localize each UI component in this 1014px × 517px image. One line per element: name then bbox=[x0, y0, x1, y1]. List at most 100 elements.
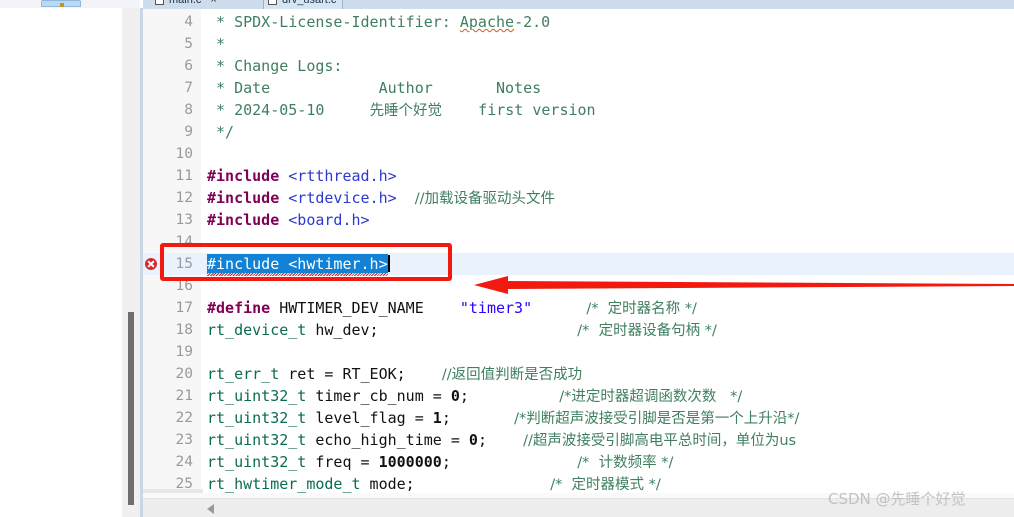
left-panel-tab-stub[interactable] bbox=[41, 0, 81, 7]
code-token: * bbox=[207, 35, 226, 53]
code-token: "timer3" bbox=[459, 299, 533, 317]
line-number: 12 bbox=[175, 190, 193, 206]
code-line-text: * SPDX-License-Identifier: Apache-2.0 bbox=[207, 11, 1014, 33]
tab-main-c[interactable]: main.c × bbox=[151, 0, 223, 9]
code-token: rt_hwtimer_mode_t bbox=[207, 475, 361, 493]
left-panel-vertical-scrollbar-thumb[interactable] bbox=[128, 312, 134, 505]
code-line-text: rt_err_t ret = RT_EOK; //返回值判断是否成功 bbox=[207, 363, 1014, 386]
left-side-panel bbox=[0, 8, 122, 517]
line-number: 18 bbox=[175, 322, 193, 338]
line-number: 15 bbox=[175, 256, 193, 272]
code-line-row[interactable]: 16 bbox=[143, 275, 1014, 297]
code-line-text: rt_device_t hw_dev; /* 定时器设备句柄 */ bbox=[207, 319, 1014, 342]
code-token: /* 定时器模式 */ bbox=[550, 477, 661, 493]
code-token: //加载设备驱动头文件 bbox=[414, 191, 555, 207]
selected-code-span: #include <hwtimer.h> bbox=[207, 253, 388, 276]
line-number: 22 bbox=[175, 410, 193, 426]
code-line-text: #include <hwtimer.h> bbox=[207, 253, 1014, 276]
code-token: <rtdevice.h> bbox=[288, 189, 397, 207]
code-line-row[interactable]: 8 * 2024-05-10 先睡个好觉 first version bbox=[143, 99, 1014, 121]
code-line-row[interactable]: 4 * SPDX-License-Identifier: Apache-2.0 bbox=[143, 11, 1014, 33]
code-line-row[interactable]: 6 * Change Logs: bbox=[143, 55, 1014, 77]
code-token: echo_high_time = bbox=[306, 431, 469, 449]
code-token: /* 定时器设备句柄 */ bbox=[577, 323, 717, 339]
code-line-text: * 2024-05-10 先睡个好觉 first version bbox=[207, 99, 1014, 122]
code-line-text: #include <board.h> bbox=[207, 209, 1014, 231]
scroll-left-arrow-icon[interactable] bbox=[207, 504, 214, 514]
code-line-text: #include <rtdevice.h> //加载设备驱动头文件 bbox=[207, 187, 1014, 210]
line-number: 21 bbox=[175, 388, 193, 404]
code-token: 0 bbox=[468, 431, 478, 449]
editor-tab-bar: main.c × drv_usart.c bbox=[143, 0, 1014, 9]
code-token: //返回值判断是否成功 bbox=[441, 367, 583, 383]
code-token: 1000000 bbox=[378, 453, 442, 471]
line-number: 4 bbox=[184, 14, 193, 30]
code-token: ; bbox=[441, 453, 578, 471]
code-line-text: rt_uint32_t echo_high_time = 0; //超声波接受引… bbox=[207, 429, 1014, 452]
code-line-row[interactable]: 21 rt_uint32_t timer_cb_num = 0; /*进定时器超调… bbox=[143, 385, 1014, 407]
code-line-row[interactable]: 24 rt_uint32_t freq = 1000000; /* 计数频率 */ bbox=[143, 451, 1014, 473]
code-line-row[interactable]: 23 rt_uint32_t echo_high_time = 0; //超声波接… bbox=[143, 429, 1014, 451]
line-number: 7 bbox=[184, 80, 193, 96]
tab-drv-usart-c[interactable]: drv_usart.c bbox=[263, 0, 344, 9]
code-line-row[interactable]: 11 #include <rtthread.h> bbox=[143, 165, 1014, 187]
code-line-text: #include <rtthread.h> bbox=[207, 165, 1014, 187]
code-line-row[interactable]: 12 #include <rtdevice.h> //加载设备驱动头文件 bbox=[143, 187, 1014, 209]
tab-label: drv_usart.c bbox=[282, 0, 337, 6]
code-line-text: * bbox=[207, 33, 1014, 55]
code-token: rt_uint32_t bbox=[207, 409, 307, 427]
code-line-row[interactable]: 22 rt_uint32_t level_flag = 1; /*判断超声波接受引… bbox=[143, 407, 1014, 429]
code-token: HWTIMER_DEV_NAME bbox=[270, 299, 460, 317]
code-token: mode; bbox=[360, 475, 415, 493]
line-number: 23 bbox=[175, 432, 193, 448]
code-line-row[interactable]: 7 * Date Author Notes bbox=[143, 77, 1014, 99]
line-number: 24 bbox=[175, 454, 193, 470]
code-token: Apache bbox=[459, 13, 515, 31]
error-marker-icon[interactable] bbox=[145, 258, 157, 270]
code-token: <rtthread.h> bbox=[288, 167, 397, 185]
code-line-row[interactable]: 20 rt_err_t ret = RT_EOK; //返回值判断是否成功 bbox=[143, 363, 1014, 385]
code-token: hw_dev; bbox=[306, 321, 379, 339]
code-line-row[interactable]: 14 bbox=[143, 231, 1014, 253]
code-token: -2.0 bbox=[514, 13, 551, 31]
code-token: 0 bbox=[450, 387, 460, 405]
line-number: 20 bbox=[175, 366, 193, 382]
line-number: 13 bbox=[175, 212, 193, 228]
code-line-row[interactable]: 18 rt_device_t hw_dev; /* 定时器设备句柄 */ bbox=[143, 319, 1014, 341]
code-line-text: */ bbox=[207, 121, 1014, 143]
code-line-row[interactable]: 5 * bbox=[143, 33, 1014, 55]
code-token: 1 bbox=[432, 409, 442, 427]
code-token: /* 计数频率 */ bbox=[577, 455, 674, 471]
line-number: 10 bbox=[175, 146, 193, 162]
file-icon bbox=[268, 0, 277, 5]
code-token: rt_uint32_t bbox=[207, 431, 307, 449]
code-token: /*进定时器超调函数次数 */ bbox=[559, 389, 743, 405]
code-token: * 2024-05-10 bbox=[207, 101, 370, 119]
code-line-row[interactable]: 19 bbox=[143, 341, 1014, 363]
code-line-row[interactable]: 13 #include <board.h> bbox=[143, 209, 1014, 231]
code-token: #define bbox=[207, 299, 271, 317]
code-line-row[interactable]: 10 bbox=[143, 143, 1014, 165]
line-number: 5 bbox=[184, 36, 193, 52]
code-line-text: rt_uint32_t level_flag = 1; /*判断超声波接受引脚是… bbox=[207, 407, 1014, 430]
code-line-text: * Date Author Notes bbox=[207, 77, 1014, 99]
code-line-row[interactable]: 9 */ bbox=[143, 121, 1014, 143]
code-token: * Date Author Notes bbox=[207, 79, 542, 97]
code-line-row[interactable]: 15 #include <hwtimer.h> bbox=[143, 253, 1014, 276]
tab-label: main.c bbox=[169, 0, 202, 6]
code-token: //超声波接受引脚高电平总时间，单位为us bbox=[523, 433, 797, 449]
editor-window: main.c × drv_usart.c 4 * SPDX-License-Id… bbox=[0, 0, 1014, 517]
line-number: 19 bbox=[175, 344, 193, 360]
left-panel-tab-icon bbox=[60, 3, 64, 7]
code-token: * SPDX-License-Identifier: bbox=[207, 13, 460, 31]
code-token: ; bbox=[441, 409, 515, 427]
code-line-row[interactable]: 17 #define HWTIMER_DEV_NAME "timer3" /* 定… bbox=[143, 297, 1014, 319]
close-icon[interactable]: × bbox=[210, 0, 216, 6]
code-editor[interactable]: 4 * SPDX-License-Identifier: Apache-2.0 5… bbox=[143, 9, 1014, 498]
code-token: <board.h> bbox=[288, 211, 370, 229]
code-token: #include bbox=[207, 211, 280, 229]
code-token: 先睡个好觉 bbox=[369, 103, 443, 119]
